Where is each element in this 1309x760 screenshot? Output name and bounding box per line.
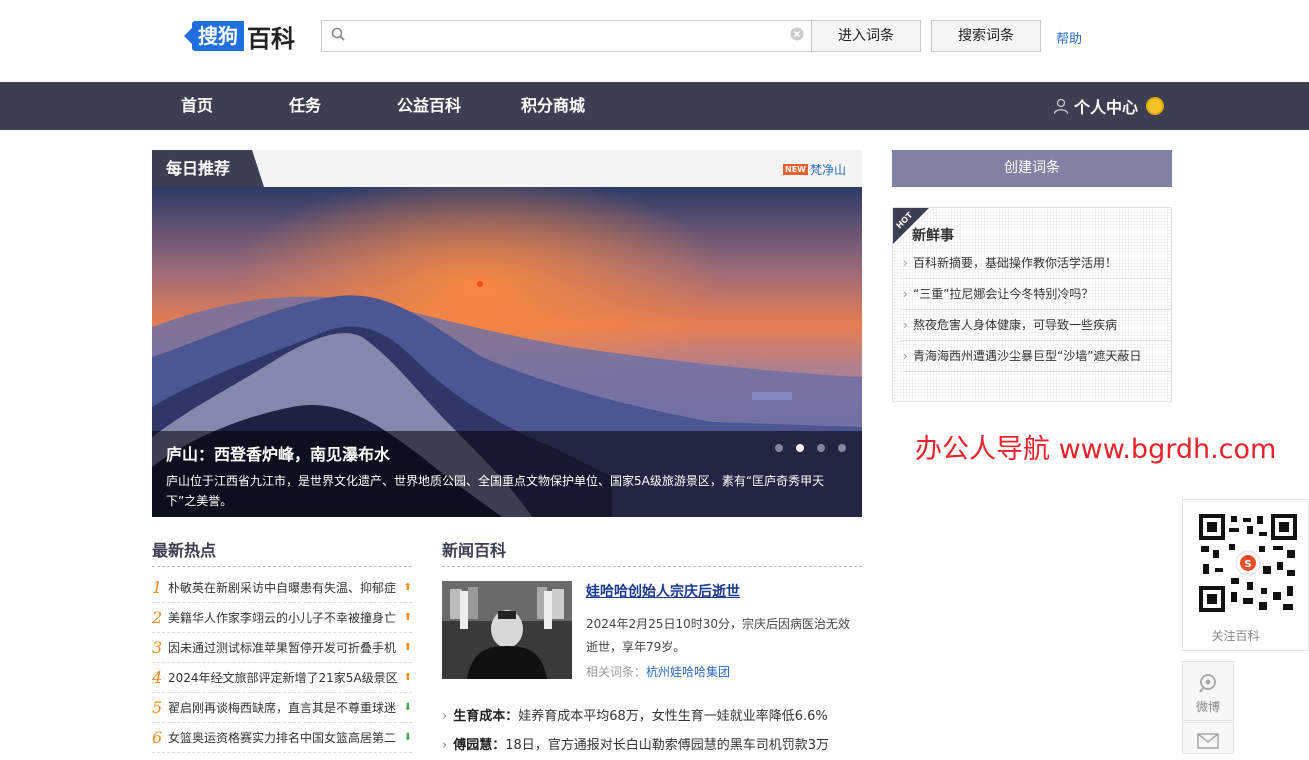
rank-number: 1 <box>152 577 163 597</box>
hot-item-text[interactable]: 女篮奥运资格赛实力排名中国女篮高居第二 <box>168 723 398 753</box>
list-item[interactable]: 青海海西州遭遇沙尘暴巨型“沙墙”遮天蔽日 <box>901 341 1171 372</box>
nav-item-home[interactable]: 首页 <box>181 82 213 130</box>
list-item[interactable]: 5 翟启刚再谈梅西缺席，直言其是不尊重球迷 ⬇ <box>152 693 412 723</box>
create-entry-button[interactable]: 创建词条 <box>892 150 1172 187</box>
search-box <box>321 20 811 52</box>
list-item[interactable]: “三重”拉尼娜会让今冬特别冷吗？ <box>901 279 1171 310</box>
clear-icon[interactable] <box>783 27 811 45</box>
search-entry-button[interactable]: 搜索词条 <box>931 20 1041 52</box>
list-item[interactable]: 1 朴敏英在新剧采访中自曝患有失温、抑郁症 ⬆ <box>152 573 412 603</box>
rank-number: 3 <box>152 637 163 657</box>
rank-number: 6 <box>152 727 163 747</box>
related-link[interactable]: 杭州娃哈哈集团 <box>646 665 730 679</box>
enter-entry-button[interactable]: 进入词条 <box>811 20 921 52</box>
rank-number: 4 <box>152 667 163 687</box>
arrow-up-icon: ⬆ <box>403 641 412 653</box>
featured-image[interactable]: 庐山：西登香炉峰，南见瀑布水 庐山位于江西省九江市，是世界文化遗产、世界地质公园… <box>152 187 862 517</box>
watermark-text: 办公人导航 www.bgrdh.com <box>915 434 1277 465</box>
logo-badge: 搜狗 <box>184 21 244 51</box>
carousel-dot-active[interactable] <box>796 444 804 452</box>
rank-number: 2 <box>152 607 163 627</box>
weibo-button[interactable]: 微博 <box>1182 661 1234 721</box>
arrow-down-icon: ⬇ <box>403 731 412 743</box>
user-center-label: 个人中心 <box>1074 98 1139 117</box>
list-item[interactable]: 百科新摘要，基础操作教你活学活用！ <box>901 248 1171 279</box>
weibo-icon <box>1199 674 1216 693</box>
nav-item-points-mall[interactable]: 积分商城 <box>521 82 585 130</box>
fresh-list: 百科新摘要，基础操作教你活学活用！ “三重”拉尼娜会让今冬特别冷吗？ 熬夜危害人… <box>901 248 1171 372</box>
fresh-news-box: HOT 新鲜事 百科新摘要，基础操作教你活学活用！ “三重”拉尼娜会让今冬特别冷… <box>892 207 1172 402</box>
nav-item-tasks[interactable]: 任务 <box>289 82 321 130</box>
list-item[interactable]: 6 女篮奥运资格赛实力排名中国女篮高居第二 ⬇ <box>152 723 412 753</box>
carousel-dot[interactable] <box>817 444 825 452</box>
user-icon <box>1053 98 1069 114</box>
news-lines: 生育成本：娃养育成本平均68万，女性生育一娃就业率降低6.6% 傅园慧：18日，… <box>442 702 862 760</box>
carousel-dot[interactable] <box>775 444 783 452</box>
coin-icon[interactable] <box>1146 97 1165 115</box>
new-link-text: 梵净山 <box>809 163 846 177</box>
arrow-up-icon: ⬆ <box>403 581 412 593</box>
nav-item-charity[interactable]: 公益百科 <box>397 82 461 130</box>
news-body: 2024年2月25日10时30分，宗庆后因病医治无效逝世，享年79岁。 <box>586 617 850 654</box>
arrow-down-icon: ⬇ <box>403 701 412 713</box>
carousel-dot[interactable] <box>838 444 846 452</box>
featured-title[interactable]: 庐山：西登香炉峰，南见瀑布水 <box>166 441 390 465</box>
list-item[interactable]: 3 因未通过测试标准苹果暂停开发可折叠手机 ⬆ <box>152 633 412 663</box>
featured-caption: 庐山：西登香炉峰，南见瀑布水 庐山位于江西省九江市，是世界文化遗产、世界地质公园… <box>152 431 862 517</box>
hot-item-text[interactable]: 朴敏英在新剧采访中自曝患有失温、抑郁症 <box>168 573 398 603</box>
news-photo[interactable] <box>442 581 572 679</box>
featured-desc: 庐山位于江西省九江市，是世界文化遗产、世界地质公园、全国重点文物保护单位、国家5… <box>166 474 825 508</box>
qr-label: 关注百科 <box>1211 629 1260 643</box>
new-badge: NEW <box>783 164 808 175</box>
news-headline[interactable]: 娃哈哈创始人宗庆后逝世 <box>586 581 740 601</box>
search-icon <box>322 27 354 45</box>
list-item[interactable]: 熬夜危害人身体健康，可导致一些疾病 <box>901 310 1171 341</box>
hot-section-title: 最新热点 <box>152 539 412 567</box>
news-line-key: 生育成本： <box>453 709 519 724</box>
weibo-label: 微博 <box>1195 700 1220 714</box>
arrow-up-icon: ⬆ <box>403 671 412 683</box>
related-label: 相关词条： <box>586 665 647 679</box>
news-line-key: 傅园慧： <box>453 738 506 753</box>
sogou-baike-logo[interactable]: 搜狗 百科 <box>184 20 295 53</box>
carousel-dots <box>775 444 846 452</box>
user-center[interactable]: 个人中心 <box>1053 82 1165 130</box>
news-related: 相关词条：杭州娃哈哈集团 <box>586 663 730 680</box>
list-item[interactable]: 2 美籍华人作家李翊云的小儿子不幸被撞身亡 ⬆ <box>152 603 412 633</box>
news-section-title: 新闻百科 <box>442 539 862 567</box>
main-nav: 首页 任务 公益百科 积分商城 个人中心 <box>0 82 1309 130</box>
rank-number: 5 <box>152 697 163 717</box>
daily-recommend: 每日推荐 NEW 梵净山 庐山：西登香炉峰，南见瀑布水 庐山位于江西省九江市，是… <box>152 150 862 517</box>
email-button[interactable] <box>1182 722 1234 754</box>
search-input[interactable] <box>354 21 783 51</box>
qr-panel: S 关注百科 <box>1182 499 1309 651</box>
new-link[interactable]: NEW 梵净山 <box>783 161 846 178</box>
help-link[interactable]: 帮助 <box>1056 28 1082 47</box>
hot-item-text[interactable]: 因未通过测试标准苹果暂停开发可折叠手机 <box>168 633 398 663</box>
qr-code-icon[interactable]: S <box>1199 514 1297 612</box>
hot-item-text[interactable]: 翟启刚再谈梅西缺席，直言其是不尊重球迷 <box>168 693 398 723</box>
hot-item-text[interactable]: 2024年经文旅部评定新增了21家5A级景区 <box>168 663 398 693</box>
news-line-text: 18日，官方通报对长白山勒索傅园慧的黑车司机罚款3万 <box>505 738 830 753</box>
hot-list: 1 朴敏英在新剧采访中自曝患有失温、抑郁症 ⬆ 2 美籍华人作家李翊云的小儿子不… <box>152 573 412 753</box>
news-feature: 娃哈哈创始人宗庆后逝世 2024年2月25日10时30分，宗庆后因病医治无效逝世… <box>442 581 862 679</box>
daily-recommend-bar: 每日推荐 NEW 梵净山 <box>152 150 862 187</box>
mail-icon <box>1197 733 1219 749</box>
arrow-up-icon: ⬆ <box>403 611 412 623</box>
hot-item-text[interactable]: 美籍华人作家李翊云的小儿子不幸被撞身亡 <box>168 603 398 633</box>
list-item[interactable]: 生育成本：娃养育成本平均68万，女性生育一娃就业率降低6.6% <box>442 702 862 731</box>
fresh-title: 新鲜事 <box>912 228 954 244</box>
daily-recommend-tag: 每日推荐 <box>152 150 264 187</box>
list-item[interactable]: 4 2024年经文旅部评定新增了21家5A级景区 ⬆ <box>152 663 412 693</box>
news-line-text: 娃养育成本平均68万，女性生育一娃就业率降低6.6% <box>518 709 828 724</box>
svg-text:S: S <box>1244 559 1251 570</box>
list-item[interactable]: 傅园慧：18日，官方通报对长白山勒索傅园慧的黑车司机罚款3万 <box>442 731 862 760</box>
logo-text: 百科 <box>247 24 295 53</box>
person-photo <box>442 581 572 679</box>
header: 搜狗 百科 进入词条 搜索词条 帮助 <box>0 0 1309 82</box>
